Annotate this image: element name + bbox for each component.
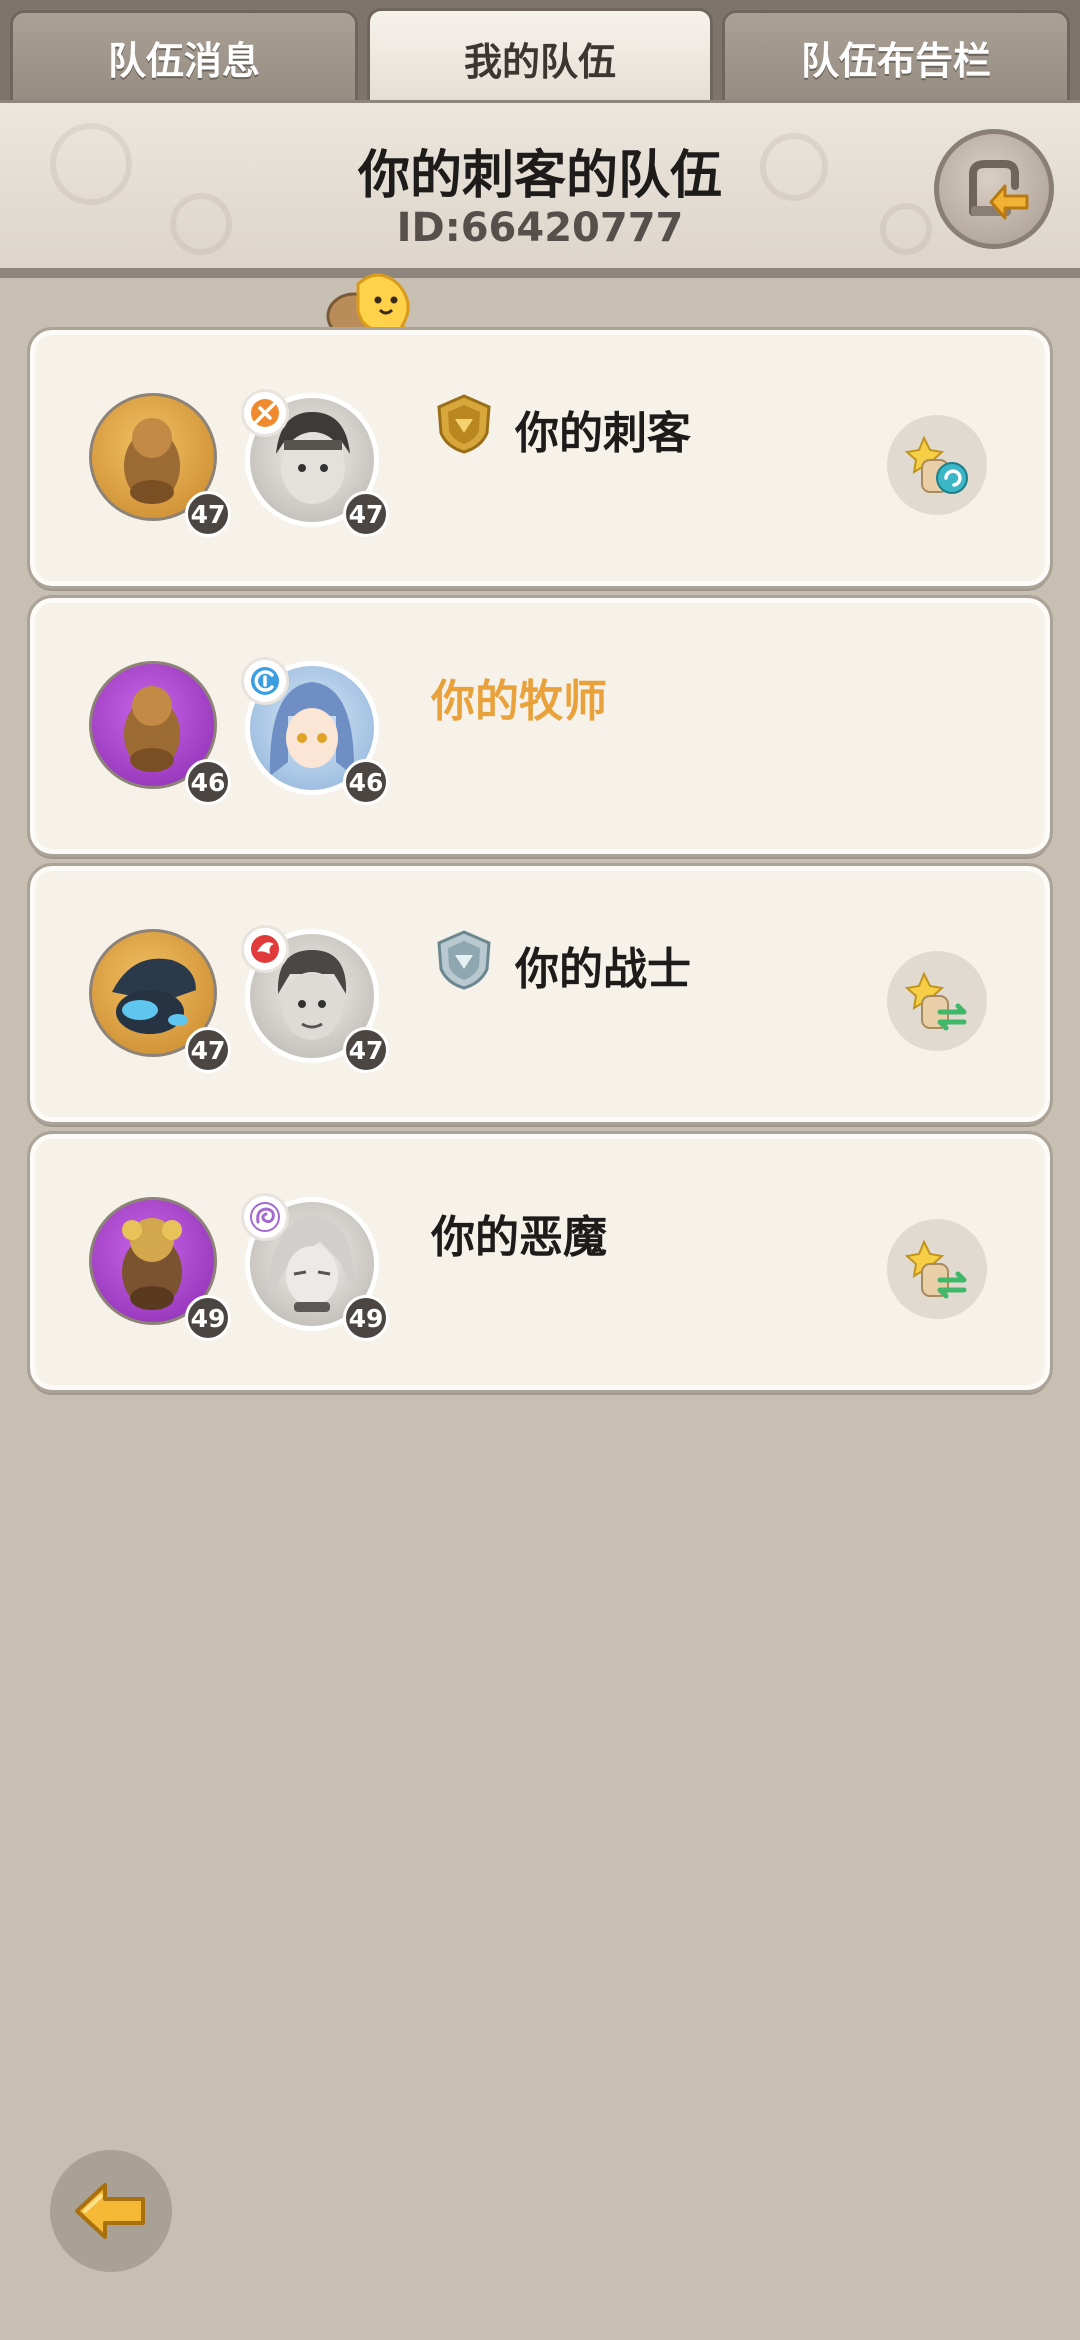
team-header: 你的刺客的队伍 ID:66420777 xyxy=(0,100,1080,278)
gold-shield-rank-icon xyxy=(437,394,491,454)
back-button[interactable] xyxy=(50,2150,172,2272)
member-card[interactable]: 47 47 你的刺客 xyxy=(27,327,1053,589)
class-badge-priest xyxy=(241,657,289,705)
hero-level: 47 xyxy=(343,1027,389,1073)
pet-level: 46 xyxy=(185,759,231,805)
hero-level: 46 xyxy=(343,759,389,805)
back-arrow-icon xyxy=(75,2183,145,2239)
class-badge-demon xyxy=(241,1193,289,1241)
team-id: ID:66420777 xyxy=(396,205,684,251)
hero-level: 47 xyxy=(343,491,389,537)
pet-level: 47 xyxy=(185,491,231,537)
swap-refresh-icon xyxy=(904,435,968,494)
swap-member-button[interactable] xyxy=(887,951,987,1051)
member-name: 你的战士 xyxy=(515,944,691,995)
member-name: 你的恶魔 xyxy=(431,1212,607,1263)
class-badge-assassin xyxy=(241,389,289,437)
pet-level: 47 xyxy=(185,1027,231,1073)
tab-my-team[interactable]: 我的队伍 xyxy=(367,8,713,106)
tab-team-messages[interactable]: 队伍消息 xyxy=(10,10,358,102)
swap-member-button[interactable] xyxy=(887,1219,987,1319)
exit-team-button[interactable] xyxy=(934,129,1054,249)
tab-team-bulletin[interactable]: 队伍布告栏 xyxy=(722,10,1070,102)
team-name: 你的刺客的队伍 xyxy=(357,146,722,206)
swap-member-button[interactable] xyxy=(887,415,987,515)
hero-level: 49 xyxy=(343,1295,389,1341)
class-badge-warrior xyxy=(241,925,289,973)
swap-arrows-icon xyxy=(904,971,967,1031)
member-name: 你的刺客 xyxy=(515,408,691,459)
warrior-class-icon xyxy=(251,935,279,963)
member-card[interactable]: 47 47 你的战士 xyxy=(27,863,1053,1125)
silver-shield-rank-icon xyxy=(437,930,491,990)
member-card-self[interactable]: 46 46 你的牧师 xyxy=(27,595,1053,857)
pet-level: 49 xyxy=(185,1295,231,1341)
demon-class-icon xyxy=(250,1202,280,1232)
assassin-class-icon xyxy=(251,399,279,427)
member-card[interactable]: 49 49 你的恶魔 xyxy=(27,1131,1053,1393)
member-name: 你的牧师 xyxy=(431,676,607,727)
swap-arrows-icon xyxy=(904,1239,967,1299)
exit-team-icon xyxy=(969,160,1029,220)
priest-class-icon xyxy=(251,667,279,695)
tab-bar: 队伍消息 我的队伍 队伍布告栏 xyxy=(0,0,1080,106)
